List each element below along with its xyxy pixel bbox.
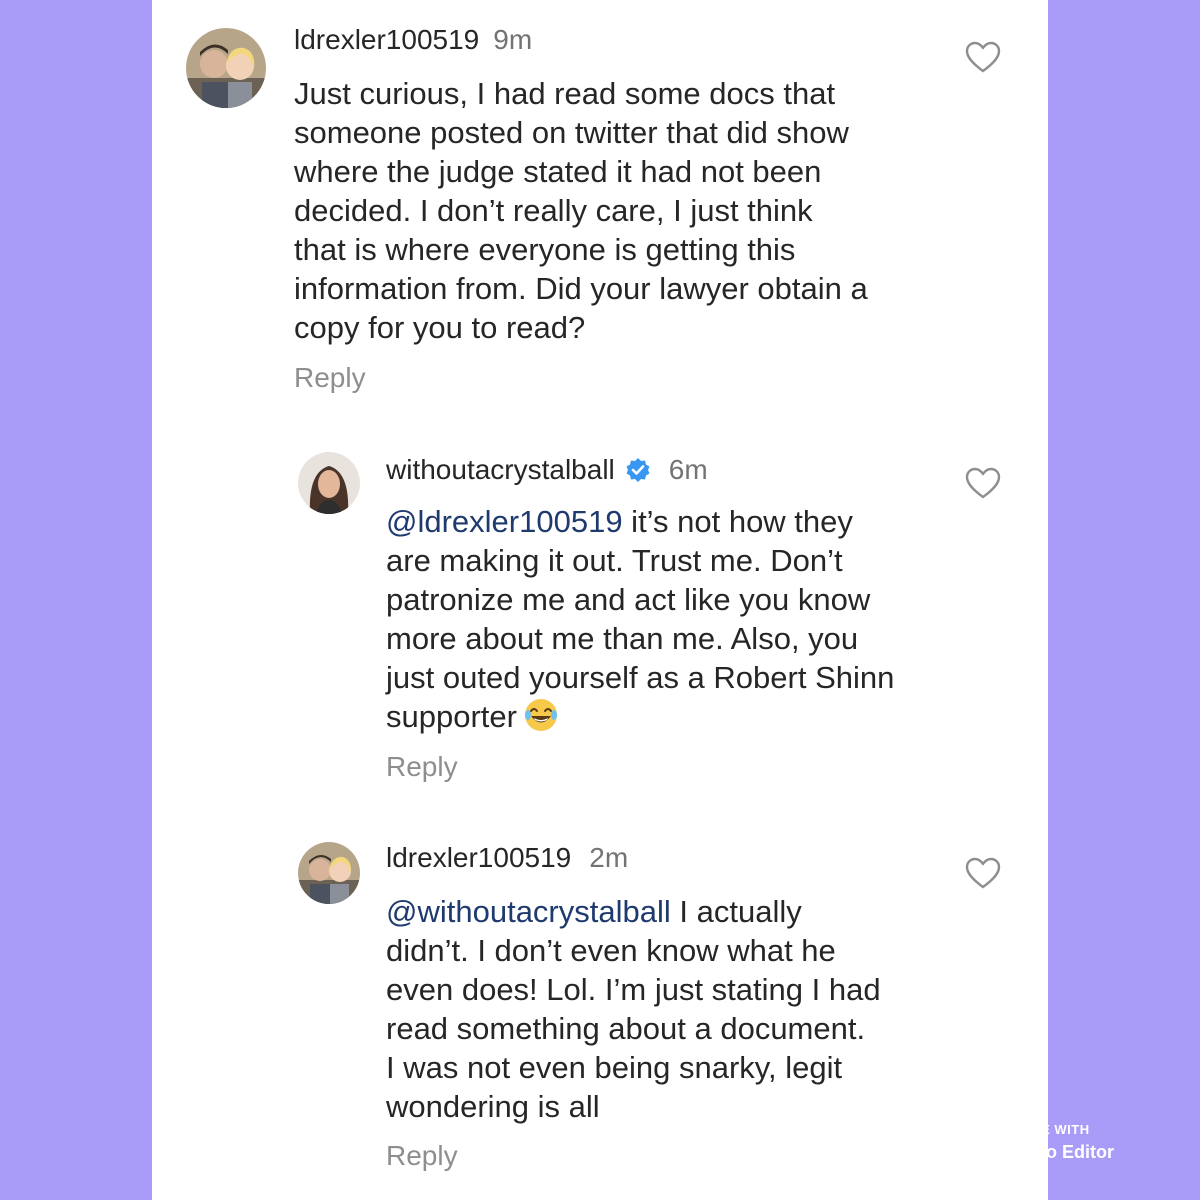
text-line: I was not even being snarky, legit: [386, 1050, 843, 1085]
mention-link[interactable]: @ldrexler100519: [386, 504, 623, 539]
comment-text: Just curious, I had read some docs that …: [294, 74, 934, 347]
timestamp: 2m: [589, 842, 629, 873]
comment-1: ldrexler100519 9m Just curious, I had rea…: [152, 0, 1048, 420]
comment-header: ldrexler100519 9m: [294, 24, 532, 56]
comment-header: withoutacrystalball 6m: [386, 454, 708, 486]
text-fragment: supporter: [386, 699, 517, 734]
reply-button[interactable]: Reply: [386, 751, 458, 783]
photo-editor-watermark: MADE WITH Photo Editor: [968, 1122, 1168, 1172]
comment-text: @withoutacrystalball I actually didn’t. …: [386, 892, 986, 1126]
heart-icon[interactable]: [964, 856, 1002, 890]
text-line: read something about a document.: [386, 1011, 866, 1046]
timestamp: 6m: [668, 454, 708, 485]
heart-icon[interactable]: [964, 40, 1002, 74]
mention-link[interactable]: @withoutacrystalball: [386, 894, 671, 929]
text-line: more about me than me. Also, you: [386, 621, 859, 656]
tears-of-joy-emoji-icon: [524, 699, 557, 731]
woman-portrait-avatar-icon: [298, 452, 360, 514]
text-line: @withoutacrystalball I actually: [386, 892, 986, 931]
timestamp: 9m: [493, 24, 533, 55]
text-line: patronize me and act like you know: [386, 582, 871, 617]
text-line: copy for you to read?: [294, 310, 586, 345]
text-line: Just curious, I had read some docs that: [294, 76, 836, 111]
text-line: where the judge stated it had not been: [294, 154, 822, 189]
couple-selfie-avatar-icon: [298, 842, 360, 904]
username[interactable]: ldrexler100519: [386, 842, 571, 873]
comment-text: @ldrexler100519 it’s not how they are ma…: [386, 502, 986, 736]
text-line: didn’t. I don’t even know what he: [386, 933, 836, 968]
avatar[interactable]: [186, 28, 266, 108]
comment-header: ldrexler100519 2m: [386, 842, 628, 874]
comment-2: withoutacrystalball 6m @ldrexler100519 it…: [152, 420, 1048, 820]
comments-panel: ldrexler100519 9m Just curious, I had rea…: [152, 0, 1048, 1200]
comment-3: ldrexler100519 2m @withoutacrystalball I …: [152, 820, 1048, 1200]
camera-lens-icon: [968, 1138, 998, 1168]
text-line: someone posted on twitter that did show: [294, 115, 849, 150]
text-line: @ldrexler100519 it’s not how they: [386, 502, 986, 541]
username[interactable]: ldrexler100519: [294, 24, 479, 55]
text-fragment: I actually: [670, 894, 802, 929]
reply-button[interactable]: Reply: [386, 1140, 458, 1172]
text-line: even does! Lol. I’m just stating I had: [386, 972, 881, 1007]
reply-button[interactable]: Reply: [294, 362, 366, 394]
made-with-label: MADE WITH: [1010, 1122, 1090, 1137]
text-line: information from. Did your lawyer obtain…: [294, 271, 868, 306]
couple-selfie-avatar-icon: [186, 28, 266, 108]
avatar[interactable]: [298, 842, 360, 904]
avatar[interactable]: [298, 452, 360, 514]
app-name-label: Photo Editor: [1006, 1142, 1114, 1162]
username[interactable]: withoutacrystalball: [386, 454, 615, 485]
text-line: that is where everyone is getting this: [294, 232, 796, 267]
text-line: just outed yourself as a Robert Shinn: [386, 660, 895, 695]
verified-badge-icon: [626, 458, 650, 482]
text-line: wondering is all: [386, 1089, 600, 1124]
text-fragment: it’s not how they: [622, 504, 853, 539]
text-line: supporter: [386, 697, 986, 736]
text-line: decided. I don’t really care, I just thi…: [294, 193, 813, 228]
text-line: are making it out. Trust me. Don’t: [386, 543, 843, 578]
heart-icon[interactable]: [964, 466, 1002, 500]
